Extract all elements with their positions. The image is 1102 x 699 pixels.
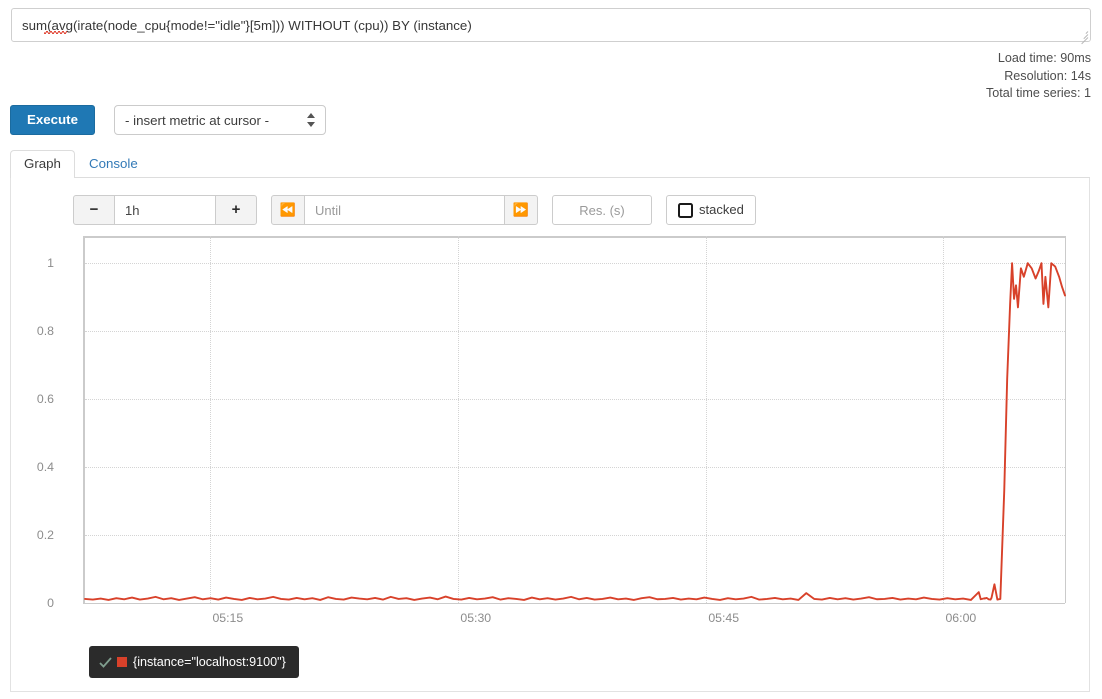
plot-container: 0 0.2 0.4 0.6 0.8 1 05:15 05:30 05:45 06:00 (11, 236, 1091, 656)
y-axis-tick-label: 0 (47, 596, 54, 610)
decrease-range-button[interactable]: − (73, 195, 115, 225)
total-time-series-text: Total time series: 1 (986, 86, 1091, 100)
series-chart (84, 262, 1066, 601)
tab-graph[interactable]: Graph (10, 150, 75, 179)
graph-controls-toolbar: − + ⏪ ⏩ stacked (73, 195, 756, 225)
legend-check-icon (99, 656, 112, 668)
stacked-label: stacked (699, 202, 744, 217)
plot-area[interactable] (83, 236, 1066, 604)
execute-row: Execute - insert metric at cursor - (10, 105, 326, 135)
query-stats: Load time: 90ms Resolution: 14s Total ti… (986, 50, 1091, 103)
y-axis-tick-label: 0.2 (36, 528, 54, 543)
resolution-text: Resolution: 14s (1004, 68, 1091, 83)
y-axis-tick-label: 0.6 (36, 392, 54, 407)
x-axis-tick-label: 05:15 (212, 611, 244, 625)
checkbox-unchecked-icon (678, 202, 693, 218)
resolution-input[interactable] (552, 195, 652, 225)
insert-metric-select[interactable]: - insert metric at cursor - (114, 105, 326, 135)
increase-range-button[interactable]: + (215, 195, 257, 225)
x-axis-tick-label: 05:45 (708, 611, 740, 625)
range-input-group: − + (73, 195, 257, 225)
until-input[interactable] (304, 195, 505, 225)
execute-button[interactable]: Execute (10, 105, 95, 135)
resolution-input-group (552, 195, 652, 225)
x-axis-tick-label: 06:00 (945, 611, 977, 625)
step-backward-icon[interactable]: ⏪ (271, 195, 305, 225)
y-axis-tick-label: 0.4 (36, 460, 54, 475)
y-axis-tick-label: 1 (47, 256, 54, 271)
y-axis-tick-label: 0.8 (36, 324, 54, 339)
until-input-group: ⏪ ⏩ (271, 195, 538, 225)
legend-color-swatch (117, 657, 127, 667)
panel-tabs: Graph Console (10, 150, 1090, 179)
legend-label: {instance="localhost:9100"} (133, 655, 286, 669)
expression-input[interactable]: sum(avg(irate(node_cpu{mode!="idle"}[5m]… (11, 8, 1091, 42)
plot-right-rule (1065, 236, 1066, 603)
legend-item[interactable]: {instance="localhost:9100"} (89, 646, 299, 678)
step-forward-icon[interactable]: ⏩ (504, 195, 538, 225)
tab-console[interactable]: Console (75, 150, 152, 179)
metric-select-wrap: - insert metric at cursor - (114, 105, 326, 135)
series-line (84, 262, 1066, 601)
graph-panel: − + ⏪ ⏩ stacked 0 0.2 0.4 0.6 0.8 1 05:15 05:30… (10, 178, 1090, 692)
expression-bar: sum(avg(irate(node_cpu{mode!="idle"}[5m]… (11, 8, 1091, 45)
x-axis-tick-label: 05:30 (460, 611, 492, 625)
stacked-toggle-button[interactable]: stacked (666, 195, 756, 225)
load-time-text: Load time: 90ms (997, 51, 1091, 65)
range-input[interactable] (114, 195, 216, 225)
